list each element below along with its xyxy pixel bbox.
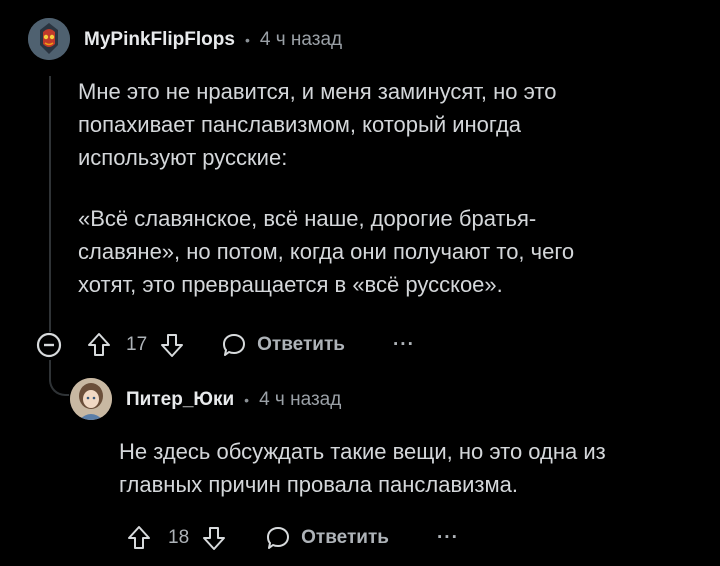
- avatar[interactable]: [28, 18, 70, 60]
- reply-paragraph: Не здесь обсуждать такие вещи, но это од…: [119, 439, 606, 497]
- comment-meta: MyPinkFlipFlops • 4 ч назад: [84, 29, 342, 51]
- reply-label: Ответить: [257, 334, 345, 355]
- reply-actions: 18 Ответить ···: [126, 521, 459, 555]
- reply-body: Не здесь обсуждать такие вещи, но это од…: [119, 435, 606, 501]
- arrow-up-icon[interactable]: [126, 524, 152, 552]
- author-name[interactable]: MyPinkFlipFlops: [84, 29, 235, 51]
- more-options-button[interactable]: ···: [437, 527, 459, 549]
- speech-bubble-icon: [265, 525, 291, 551]
- thread-line[interactable]: [49, 76, 51, 332]
- speech-bubble-icon: [221, 332, 247, 358]
- comment-paragraph: «Всё славянское, всё наше, дорогие брать…: [78, 206, 575, 297]
- arrow-down-icon[interactable]: [159, 331, 185, 359]
- comment-paragraph: Мне это не нравится, и меня заминусят, н…: [78, 79, 557, 170]
- collapse-minus-icon: [36, 332, 62, 358]
- timestamp: 4 ч назад: [259, 29, 343, 50]
- separator-dot: •: [244, 32, 250, 48]
- comment-actions: 17 Ответить ···: [86, 328, 415, 362]
- arrow-down-icon[interactable]: [201, 524, 227, 552]
- more-options-button[interactable]: ···: [393, 334, 415, 356]
- reply-thread-connector: [49, 360, 69, 396]
- vote-score: 17: [126, 334, 148, 355]
- separator-dot: •: [244, 392, 250, 408]
- avatar[interactable]: [70, 378, 112, 420]
- reply-button[interactable]: Ответить: [265, 525, 389, 551]
- collapse-button[interactable]: [36, 332, 62, 358]
- reply-meta: Питер_Юки • 4 ч назад: [126, 389, 341, 411]
- vote-score: 18: [168, 527, 190, 548]
- author-name[interactable]: Питер_Юки: [126, 389, 234, 411]
- reply-button[interactable]: Ответить: [221, 332, 345, 358]
- arrow-up-icon[interactable]: [86, 331, 112, 359]
- comment-body: Мне это не нравится, и меня заминусят, н…: [78, 75, 574, 301]
- reply-label: Ответить: [301, 527, 389, 548]
- timestamp: 4 ч назад: [259, 389, 342, 410]
